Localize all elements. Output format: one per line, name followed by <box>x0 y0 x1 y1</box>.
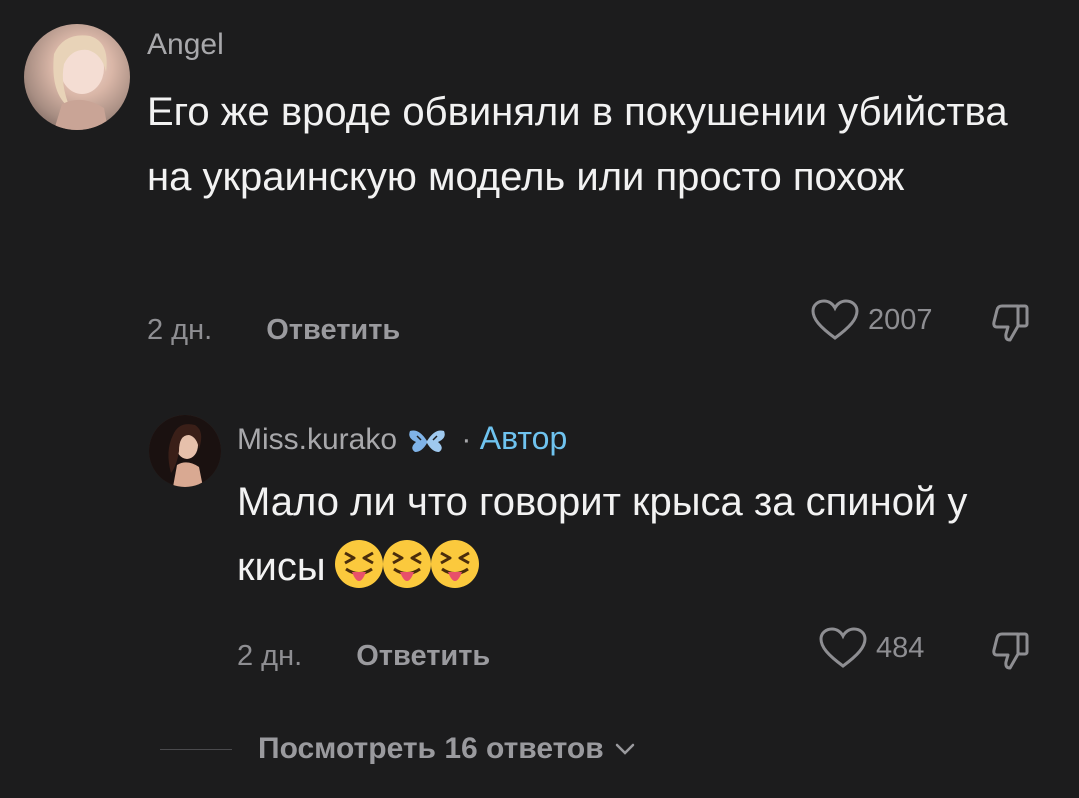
chevron-down-icon <box>615 743 634 755</box>
like-button[interactable]: 2007 <box>810 298 933 342</box>
thumbs-down-icon <box>992 304 1029 342</box>
timestamp: 2 дн. <box>147 314 213 346</box>
timestamp: 2 дн. <box>237 640 303 672</box>
avatar[interactable] <box>149 415 221 487</box>
avatar-image <box>53 35 108 130</box>
dislike-button[interactable] <box>988 628 1034 679</box>
squinting-tongue-emoji <box>429 538 481 590</box>
squinting-tongue-emoji <box>333 538 385 590</box>
reply-button[interactable]: Ответить <box>356 640 490 672</box>
avatar-image <box>149 415 221 487</box>
avatar[interactable] <box>24 24 130 130</box>
thumbs-down-icon <box>992 632 1029 670</box>
username[interactable]: Miss.kurako <box>237 423 397 456</box>
comment-meta: 2 дн. Ответить <box>147 314 400 347</box>
separator: · <box>461 423 472 456</box>
dislike-button[interactable] <box>988 300 1034 351</box>
username-row: Miss.kurako · Автор <box>237 420 567 457</box>
divider <box>160 748 232 750</box>
butterfly-icon <box>409 430 445 453</box>
view-replies-button[interactable]: Посмотреть 16 ответов <box>160 732 636 766</box>
comment-text: Его же вроде обвиняли в покушении убийст… <box>147 90 1008 199</box>
view-replies-label: Посмотреть 16 ответов <box>258 732 604 765</box>
like-count: 2007 <box>868 303 933 336</box>
username[interactable]: Angel <box>147 28 224 62</box>
reply-button[interactable]: Ответить <box>266 314 400 346</box>
like-count: 484 <box>876 631 925 664</box>
comment-text: Мало ли что говорит крыса за спиной у ки… <box>237 470 1017 600</box>
comment-meta: 2 дн. Ответить <box>237 640 490 673</box>
like-button[interactable]: 484 <box>818 626 924 670</box>
heart-icon <box>811 299 859 340</box>
author-badge: Автор <box>479 420 568 456</box>
heart-icon <box>819 627 867 668</box>
squinting-tongue-emoji <box>381 538 433 590</box>
